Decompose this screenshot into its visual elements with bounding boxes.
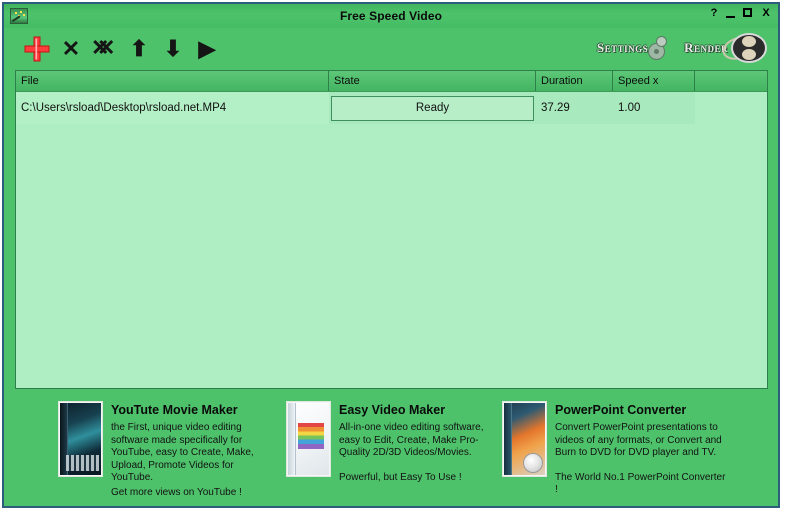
product-box-image	[58, 401, 103, 477]
play-icon: ▶	[198, 36, 216, 61]
column-header-speed[interactable]: Speed x	[613, 71, 695, 91]
plus-icon	[24, 36, 50, 62]
state-badge[interactable]: Ready	[331, 95, 534, 121]
move-down-button[interactable]: ⬇	[156, 32, 190, 66]
column-header-state[interactable]: State	[329, 71, 536, 91]
arrow-down-icon: ⬇	[163, 36, 183, 61]
ad-text-block: YouTute Movie Maker the First, unique vi…	[111, 401, 276, 499]
window-title: Free Speed Video	[339, 9, 443, 23]
file-list-panel: File State Duration Speed x C:\Users\rsl…	[15, 70, 768, 389]
move-up-button[interactable]: ⬆	[122, 32, 156, 66]
ad-youtute-movie-maker[interactable]: YouTute Movie Maker the First, unique vi…	[58, 401, 276, 499]
title-bar[interactable]: Free Speed Video ? X	[4, 4, 778, 28]
promo-banner-strip: YouTute Movie Maker the First, unique vi…	[4, 389, 778, 506]
arrow-up-icon: ⬆	[129, 36, 149, 61]
file-list-body[interactable]: C:\Users\rsload\Desktop\rsload.net.MP4 R…	[16, 92, 767, 388]
film-reel-icon	[719, 32, 768, 64]
ad-description: Convert PowerPoint presentations to vide…	[555, 422, 722, 458]
double-x-icon: ✕ ✕	[91, 35, 116, 60]
render-button[interactable]: Render	[684, 30, 768, 66]
ad-text-block: Easy Video Maker All-in-one video editin…	[339, 401, 486, 484]
product-box-image	[502, 401, 547, 477]
app-icon[interactable]	[10, 8, 28, 24]
ad-text-block: PowerPoint Converter Convert PowerPoint …	[555, 401, 728, 497]
ad-title: Easy Video Maker	[339, 403, 446, 417]
product-box-image	[286, 401, 331, 477]
cell-duration[interactable]: 37.29	[536, 102, 613, 114]
cell-state[interactable]: Ready	[329, 95, 536, 121]
minimize-button[interactable]	[725, 7, 737, 20]
ad-tagline: Powerful, but Easy To Use !	[339, 471, 462, 483]
settings-button[interactable]: Settings	[597, 30, 670, 66]
application-window: Free Speed Video ? X ✕ ✕ ✕ ⬆ ⬇ ▶ Setting…	[2, 2, 780, 508]
toolbar: ✕ ✕ ✕ ⬆ ⬇ ▶ Settings Render	[4, 28, 778, 70]
remove-all-files-button[interactable]: ✕ ✕	[88, 32, 122, 66]
table-row[interactable]: C:\Users\rsload\Desktop\rsload.net.MP4 R…	[16, 92, 767, 124]
help-button[interactable]: ?	[708, 7, 720, 20]
cell-file[interactable]: C:\Users\rsload\Desktop\rsload.net.MP4	[16, 92, 329, 124]
settings-label: Settings	[596, 40, 649, 55]
column-header-extra[interactable]	[695, 71, 767, 91]
ad-tagline: The World No.1 PowerPoint Converter !	[555, 471, 726, 496]
file-list-header: File State Duration Speed x	[16, 71, 767, 92]
close-button[interactable]: X	[760, 7, 772, 20]
ad-easy-video-maker[interactable]: Easy Video Maker All-in-one video editin…	[286, 401, 486, 484]
column-header-duration[interactable]: Duration	[536, 71, 613, 91]
ad-title: YouTute Movie Maker	[111, 403, 238, 417]
cell-speed[interactable]: 1.00	[613, 102, 695, 114]
play-preview-button[interactable]: ▶	[190, 32, 224, 66]
column-header-file[interactable]: File	[16, 71, 329, 91]
ad-description: the First, unique video editing software…	[111, 422, 254, 483]
ad-title: PowerPoint Converter	[555, 403, 687, 417]
maximize-button[interactable]	[742, 7, 755, 20]
ad-powerpoint-converter[interactable]: PowerPoint Converter Convert PowerPoint …	[502, 401, 728, 497]
remove-file-button[interactable]: ✕	[54, 32, 88, 66]
toolbar-right-group: Settings Render	[597, 30, 768, 66]
ad-tagline: Get more views on YouTube !	[111, 486, 242, 498]
add-file-button[interactable]	[20, 32, 54, 66]
ad-description: All-in-one video editing software, easy …	[339, 422, 484, 458]
window-controls: ? X	[708, 7, 772, 20]
x-icon: ✕	[61, 36, 81, 61]
gear-icon	[644, 35, 670, 61]
